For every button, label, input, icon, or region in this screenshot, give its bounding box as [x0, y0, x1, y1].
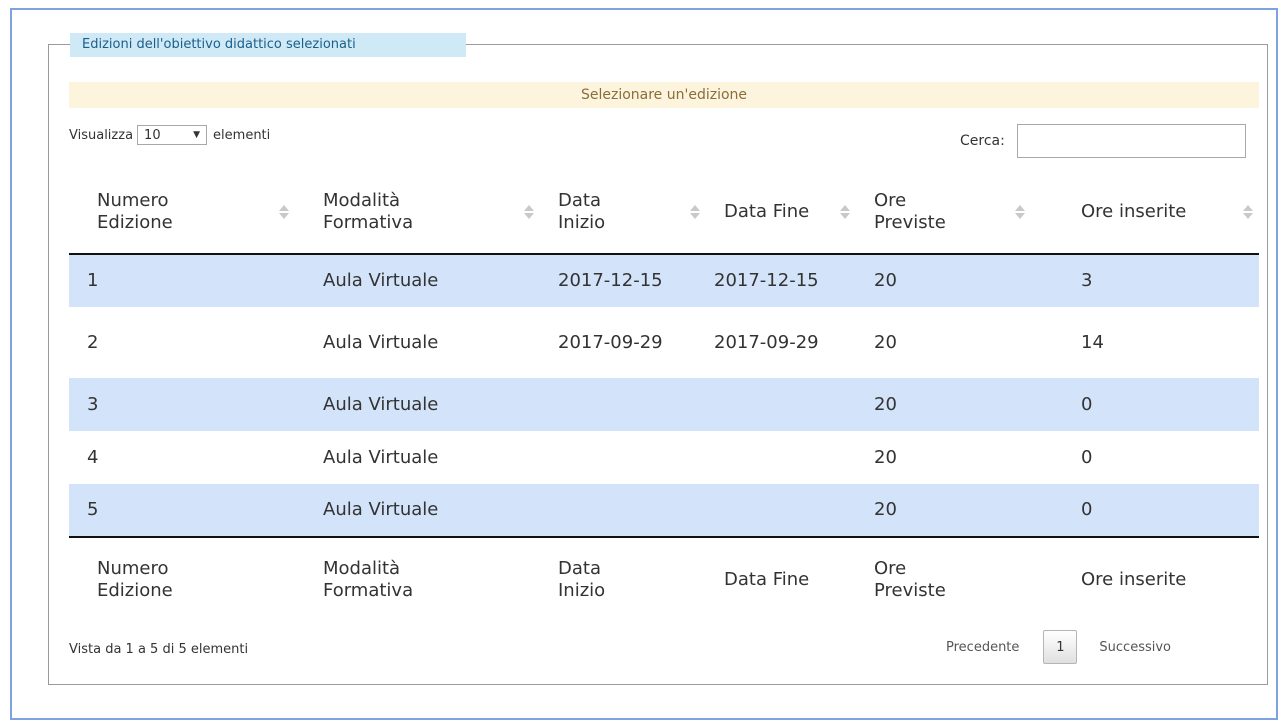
footer-label-line: Data [558, 558, 601, 579]
cell-modalita: Aula Virtuale [295, 378, 540, 431]
footer-label-line: Ore [874, 558, 907, 579]
page-length-control: Visualizza 10 ▼ elementi [69, 124, 270, 146]
cell-ore-inserite: 14 [1081, 331, 1104, 353]
cell-data-inizio: 2017-09-29 [558, 331, 663, 353]
footer-label-line: Ore inserite [1081, 569, 1187, 590]
length-suffix-label: elementi [213, 127, 271, 143]
footer-data-fine: Data Fine [706, 536, 856, 622]
cell-ore-previste: 20 [874, 446, 897, 468]
next-button[interactable]: Successivo [1099, 640, 1171, 655]
cell-ore-inserite: 0 [1031, 378, 1259, 431]
cell-data-inizio: 2017-12-15 [540, 254, 706, 307]
table-row[interactable]: 2 Aula Virtuale 2017-09-29 2017-09-29 20… [69, 307, 1259, 378]
search-input[interactable] [1016, 124, 1246, 158]
header-numero-edizione[interactable]: Numero Edizione [69, 170, 295, 255]
footer-label-line: Previste [874, 580, 946, 601]
header-label-line: Edizione [97, 211, 173, 233]
cell-ore-previste: 20 [856, 254, 1031, 307]
sort-icon [840, 204, 850, 220]
header-label-line: Modalità [323, 189, 401, 211]
footer-label-line: Data Fine [724, 569, 810, 590]
cell-numero: 3 [69, 378, 295, 431]
table-row[interactable]: 4 Aula Virtuale 20 0 [69, 431, 1259, 484]
cell-data-fine [706, 484, 856, 537]
sort-icon [524, 204, 534, 220]
cell-data-fine: 2017-12-15 [706, 254, 856, 307]
footer-numero-edizione: Numero Edizione [69, 536, 295, 622]
cell-modalita: Aula Virtuale [295, 254, 540, 307]
cell-ore-inserite: 3 [1031, 254, 1259, 307]
cell-data-fine [706, 431, 856, 484]
table-row[interactable]: 1 Aula Virtuale 2017-12-15 2017-12-15 20… [69, 254, 1259, 307]
cell-data-fine: 2017-09-29 [714, 331, 819, 353]
table-row[interactable]: 3 Aula Virtuale 20 0 [69, 378, 1259, 431]
header-ore-inserite[interactable]: Ore inserite [1031, 170, 1259, 255]
sort-icon [1243, 204, 1253, 220]
header-label-line: Data Fine [724, 200, 810, 222]
footer-label-line: Inizio [558, 580, 606, 601]
header-row: Numero Edizione Modalità Formativa Data Ini… [69, 170, 1259, 255]
page-length-value: 10 [144, 127, 161, 143]
cell-ore-previste: 20 [856, 378, 1031, 431]
footer-modalita-formativa: Modalità Formativa [295, 536, 540, 622]
search-label: Cerca: [960, 133, 1005, 149]
header-label-line: Inizio [558, 211, 606, 233]
cell-data-fine [706, 378, 856, 431]
footer-label-line: Edizione [97, 580, 173, 601]
selection-hint-banner: Selezionare un'edizione [69, 82, 1259, 108]
sort-icon [1015, 204, 1025, 220]
header-data-fine[interactable]: Data Fine [706, 170, 856, 255]
cell-numero: 1 [69, 254, 295, 307]
cell-data-inizio [540, 378, 706, 431]
cell-modalita: Aula Virtuale [323, 331, 439, 353]
length-prefix-label: Visualizza [69, 127, 134, 143]
header-label-line: Ore [874, 189, 907, 211]
footer-ore-previste: Ore Previste [856, 536, 1031, 622]
footer-label-line: Modalità [323, 558, 401, 579]
header-modalita-formativa[interactable]: Modalità Formativa [295, 170, 540, 255]
header-label-line: Data [558, 189, 601, 211]
cell-numero: 4 [87, 446, 99, 468]
sort-icon [279, 204, 289, 220]
cell-data-inizio [540, 431, 706, 484]
table-row[interactable]: 5 Aula Virtuale 20 0 [69, 484, 1259, 537]
chevron-down-icon: ▼ [193, 130, 201, 140]
footer-label-line: Formativa [323, 580, 414, 601]
header-label-line: Numero [97, 189, 169, 211]
cell-numero: 2 [87, 331, 99, 353]
header-data-inizio[interactable]: Data Inizio [540, 170, 706, 255]
cell-numero: 5 [69, 484, 295, 537]
table-info: Vista da 1 a 5 di 5 elementi [69, 642, 249, 657]
fieldset-legend: Edizioni dell'obiettivo didattico selezi… [70, 33, 466, 57]
page-length-select[interactable]: 10 ▼ [137, 125, 208, 145]
cell-ore-inserite: 0 [1031, 484, 1259, 537]
sort-icon [690, 204, 700, 220]
cell-modalita: Aula Virtuale [295, 484, 540, 537]
footer-data-inizio: Data Inizio [540, 536, 706, 622]
cell-ore-previste: 20 [856, 484, 1031, 537]
cell-ore-inserite: 0 [1081, 446, 1093, 468]
cell-data-inizio [540, 484, 706, 537]
cell-modalita: Aula Virtuale [323, 446, 439, 468]
cell-ore-previste: 20 [874, 331, 897, 353]
footer-ore-inserite: Ore inserite [1031, 536, 1259, 622]
header-label-line: Previste [874, 211, 946, 233]
editions-table: Numero Edizione Modalità Formativa Data Ini… [69, 170, 1259, 622]
previous-button[interactable]: Precedente [946, 640, 1019, 655]
footer-row: Numero Edizione Modalità Formativa Data Ini… [69, 536, 1259, 622]
header-ore-previste[interactable]: Ore Previste [856, 170, 1031, 255]
header-label-line: Ore inserite [1081, 200, 1187, 222]
footer-label-line: Numero [97, 558, 169, 579]
pagination: Precedente 1 Successivo [940, 630, 1171, 664]
search-control: Cerca: [960, 123, 1246, 159]
header-label-line: Formativa [323, 211, 414, 233]
page-1-button[interactable]: 1 [1043, 630, 1078, 664]
